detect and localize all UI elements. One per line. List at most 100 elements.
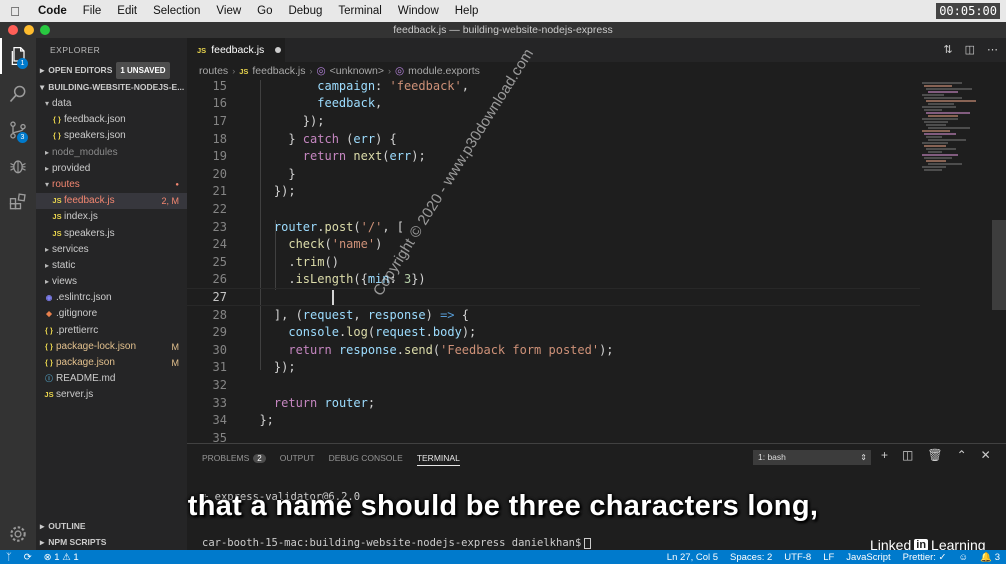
indentation[interactable]: Spaces: 2	[724, 552, 778, 563]
code-line-25: 25 .trim()	[212, 254, 339, 269]
trash-icon[interactable]: 🗑	[927, 448, 942, 462]
problems-status[interactable]: ⊗ 1 ⚠ 1	[38, 552, 85, 563]
tree-item-views[interactable]: ▸ views	[36, 274, 187, 290]
maximize-window-button[interactable]	[40, 25, 50, 35]
tab-problems[interactable]: PROBLEMS 2	[202, 450, 266, 466]
js-file-icon: JS	[52, 212, 62, 222]
tree-item-label: README.md	[56, 373, 116, 385]
project-name: BUILDING-WEBSITE-NODEJS-E...	[48, 82, 185, 92]
terminal-select[interactable]: 1: bash ⇕	[753, 450, 871, 465]
tab-debug-console[interactable]: DEBUG CONSOLE	[329, 450, 403, 466]
menu-selection[interactable]: Selection	[145, 5, 208, 17]
editor-scrollbar[interactable]	[992, 80, 1006, 443]
tab-output[interactable]: OUTPUT	[280, 450, 315, 466]
tree-item-gitignore[interactable]: ◆ .gitignore	[36, 306, 187, 322]
minimap-line	[924, 157, 952, 159]
unsaved-dot-icon[interactable]	[275, 47, 282, 53]
apple-icon[interactable]: 	[0, 4, 30, 19]
tab-feedback-js[interactable]: JS feedback.js	[187, 38, 285, 62]
js-file-icon: JS	[52, 228, 62, 238]
tree-item-services[interactable]: ▸ services	[36, 242, 187, 258]
maximize-panel-icon[interactable]: ⌃	[957, 448, 967, 462]
minimap-line	[928, 127, 970, 129]
tree-item-node-modules[interactable]: ▸ node_modules	[36, 145, 187, 161]
language-mode[interactable]: JavaScript	[840, 552, 896, 563]
project-section[interactable]: ▾ BUILDING-WEBSITE-NODEJS-E...	[36, 79, 187, 96]
prettier-status[interactable]: Prettier: ✓	[897, 552, 953, 563]
feedback-icon[interactable]: ☺	[953, 552, 975, 563]
tree-item-index-js[interactable]: JS index.js	[36, 209, 187, 225]
tree-item-static[interactable]: ▸ static	[36, 258, 187, 274]
menu-view[interactable]: View	[208, 5, 249, 17]
menu-terminal[interactable]: Terminal	[330, 5, 389, 17]
menu-edit[interactable]: Edit	[109, 5, 145, 17]
tree-item-label: routes	[52, 178, 80, 190]
end-of-line[interactable]: LF	[817, 552, 840, 563]
code-editor[interactable]: 15 campaign: 'feedback', 16 feedback, 17…	[187, 80, 920, 443]
add-terminal-icon[interactable]: +	[881, 448, 888, 462]
debug-activity[interactable]	[0, 148, 36, 184]
tree-item-label: .prettierrc	[56, 324, 99, 336]
minimap[interactable]	[920, 80, 992, 443]
tree-item-data[interactable]: ▾ data	[36, 96, 187, 112]
breadcrumb-item[interactable]: <unknown>	[330, 65, 384, 77]
unsaved-badge: 1 UNSAVED	[116, 62, 170, 79]
menu-go[interactable]: Go	[249, 5, 280, 17]
error-icon: ⊗	[43, 551, 52, 563]
close-panel-icon[interactable]: ✕	[981, 448, 991, 462]
sync-icon[interactable]: ⟳	[18, 552, 38, 563]
bug-icon	[10, 160, 26, 174]
npm-scripts-section[interactable]: ▸ NPM SCRIPTS	[36, 534, 187, 551]
code-line-16: 16 feedback,	[212, 96, 383, 111]
menu-window[interactable]: Window	[390, 5, 447, 17]
search-activity[interactable]	[0, 76, 36, 112]
split-editor-icon[interactable]: ◫	[965, 43, 975, 56]
explorer-activity[interactable]: 1	[0, 38, 36, 74]
breadcrumb-item[interactable]: module.exports	[408, 65, 480, 77]
tree-item-prettierrc[interactable]: { } .prettierrc	[36, 323, 187, 339]
tree-item-label: server.js	[56, 389, 94, 401]
tree-item-provided[interactable]: ▸ provided	[36, 161, 187, 177]
tree-item-feedback-json[interactable]: { } feedback.json	[36, 112, 187, 128]
menu-file[interactable]: File	[75, 5, 110, 17]
tree-item-server-js[interactable]: JS server.js	[36, 387, 187, 403]
cursor-position[interactable]: Ln 27, Col 5	[661, 552, 724, 563]
breadcrumb-item[interactable]: feedback.js	[252, 65, 305, 77]
search-icon	[9, 85, 26, 103]
open-editors-section[interactable]: ▸ OPEN EDITORS 1 UNSAVED	[36, 62, 187, 79]
tree-item-eslintrc-json[interactable]: ◉ .eslintrc.json	[36, 290, 187, 306]
more-actions-icon[interactable]: ⋯	[987, 43, 998, 56]
tree-item-speakers-js[interactable]: JS speakers.js	[36, 226, 187, 242]
extensions-activity[interactable]	[0, 184, 36, 220]
tree-item-readme-md[interactable]: ⓘ README.md	[36, 371, 187, 387]
tree-item-feedback-js[interactable]: JS feedback.js 2, M	[36, 193, 187, 210]
tab-terminal[interactable]: TERMINAL	[416, 450, 460, 466]
minimize-window-button[interactable]	[24, 25, 34, 35]
tree-item-routes[interactable]: ▾ routes ●	[36, 177, 187, 193]
encoding[interactable]: UTF-8	[778, 552, 817, 563]
git-branch-icon[interactable]: ᛉ	[0, 552, 18, 563]
warning-count: 1	[73, 551, 79, 563]
split-terminal-icon[interactable]: ◫	[902, 448, 913, 462]
menu-help[interactable]: Help	[447, 5, 487, 17]
tree-item-label: services	[52, 243, 89, 255]
tree-item-package-lock-json[interactable]: { } package-lock.json M	[36, 339, 187, 355]
terminal-prompt[interactable]: car-booth-15-mac:building-website-nodejs…	[202, 537, 592, 549]
menu-code[interactable]: Code	[30, 5, 75, 17]
source-control-activity[interactable]: 3	[0, 112, 36, 148]
json-file-icon: { }	[45, 341, 53, 351]
scrollbar-thumb[interactable]	[992, 220, 1006, 310]
code-line-35: 35	[212, 430, 227, 443]
tree-item-package-json[interactable]: { } package.json M	[36, 355, 187, 371]
json-file-icon: { }	[53, 115, 61, 125]
code-line-34: 34 };	[212, 413, 274, 428]
chevron-updown-icon: ⇕	[860, 453, 867, 462]
close-window-button[interactable]	[8, 25, 18, 35]
tree-item-label: views	[52, 276, 78, 288]
notifications[interactable]: 🔔 3	[974, 552, 1006, 563]
code-line-30: 30 return response.send('Feedback form p…	[212, 342, 614, 357]
menu-debug[interactable]: Debug	[280, 5, 330, 17]
tree-item-speakers-json[interactable]: { } speakers.json	[36, 128, 187, 144]
open-changes-icon[interactable]: ⇅	[943, 43, 952, 56]
breadcrumb-item[interactable]: routes	[199, 65, 228, 77]
